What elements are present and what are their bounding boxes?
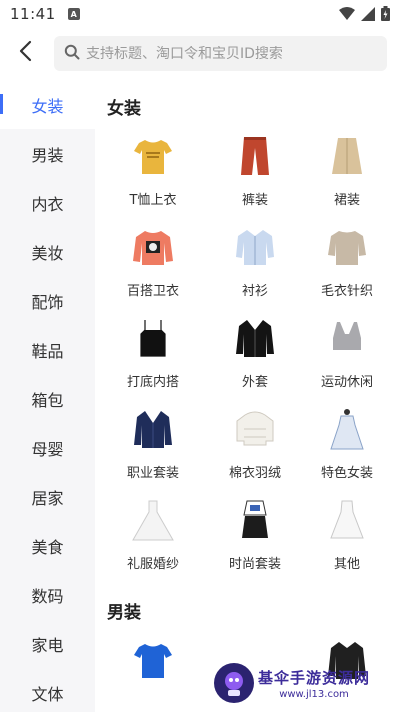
category-item[interactable]: 时尚套装	[211, 493, 299, 584]
sidebar-item-label: 家电	[31, 635, 64, 655]
sidebar-item-label: 居家	[31, 488, 64, 508]
category-item-label: 时尚套装	[228, 557, 281, 572]
sidebar-item-label: 配饰	[31, 292, 64, 312]
category-item[interactable]: 毛衣针织	[299, 220, 395, 311]
section-title: 男装	[107, 603, 141, 623]
status-time: 11:41	[10, 5, 56, 23]
category-item[interactable]: 外套	[211, 311, 299, 402]
status-bar: 11:41 A	[0, 0, 400, 28]
watermark-name: 基伞手游资源网	[258, 668, 371, 687]
search-bar[interactable]	[54, 36, 387, 71]
category-item-label: 百搭卫衣	[126, 284, 179, 299]
sidebar-item-6[interactable]: 箱包	[0, 374, 95, 423]
sidebar-item-1[interactable]: 男装	[0, 129, 95, 178]
sidebar-item-label: 女装	[31, 96, 64, 116]
category-item-label: 特色女装	[320, 466, 373, 481]
sidebar-item-label: 数码	[31, 586, 64, 606]
category-sidebar: 女装男装内衣美妆配饰鞋品箱包母婴居家美食数码家电文体	[0, 80, 95, 712]
sidebar-item-10[interactable]: 数码	[0, 570, 95, 619]
jacket-icon	[230, 313, 280, 363]
category-item[interactable]: 裙装	[299, 129, 395, 220]
category-item-label: 礼服婚纱	[126, 557, 179, 572]
category-grid: T恤上衣 裤装 裙装百搭卫衣 衬衫 毛衣针织打底内搭 外套 运动休闲职业套装 棉衣羽绒 特色女装…	[95, 129, 400, 584]
sidebar-item-label: 母婴	[31, 439, 64, 459]
search-icon	[64, 44, 80, 64]
battery-icon	[381, 6, 390, 25]
watermark-logo-icon	[214, 663, 254, 703]
app-notification-icon: A	[67, 8, 80, 20]
wifi-icon	[339, 6, 355, 25]
category-item[interactable]: 职业套装	[95, 402, 211, 493]
sidebar-item-12[interactable]: 文体	[0, 668, 95, 712]
sidebar-item-label: 内衣	[31, 194, 64, 214]
category-content: 女装 T恤上衣 裤装 裙装百搭卫衣 衬衫 毛衣针织打底内搭 外套 运动休闲职业套装 棉衣羽绒 特色…	[95, 80, 400, 712]
hanfu-dress-icon	[322, 404, 372, 454]
skirt-icon	[322, 131, 372, 181]
sidebar-item-label: 美食	[31, 537, 64, 557]
category-item-label: 棉衣羽绒	[228, 466, 281, 481]
category-item[interactable]: 礼服婚纱	[95, 493, 211, 584]
back-button[interactable]	[10, 36, 40, 70]
category-item[interactable]: 其他	[299, 493, 395, 584]
shirt-icon	[230, 222, 280, 272]
sidebar-item-label: 美妆	[31, 243, 64, 263]
sweatshirt-icon	[128, 222, 178, 272]
sidebar-item-4[interactable]: 配饰	[0, 276, 95, 325]
category-item[interactable]: 运动休闲	[299, 311, 395, 402]
category-item-label: 运动休闲	[320, 375, 373, 390]
sidebar-item-3[interactable]: 美妆	[0, 227, 95, 276]
category-item-label: T恤上衣	[129, 193, 177, 208]
category-item[interactable]	[95, 633, 211, 712]
search-header	[0, 28, 400, 80]
sidebar-item-label: 箱包	[31, 390, 64, 410]
sidebar-item-7[interactable]: 母婴	[0, 423, 95, 472]
sidebar-item-5[interactable]: 鞋品	[0, 325, 95, 374]
sidebar-item-label: 文体	[31, 684, 64, 704]
category-item[interactable]: 裤装	[211, 129, 299, 220]
sidebar-item-0[interactable]: 女装	[0, 80, 95, 129]
category-item[interactable]: 棉衣羽绒	[211, 402, 299, 493]
category-item[interactable]: T恤上衣	[95, 129, 211, 220]
category-item-label: 裤装	[241, 193, 268, 208]
category-item-label: 外套	[241, 375, 268, 390]
tshirt-icon	[128, 131, 178, 181]
sidebar-item-label: 男装	[31, 145, 64, 165]
wedding-dress-icon	[128, 495, 178, 545]
category-item-label: 其他	[333, 557, 360, 572]
chevron-left-icon	[18, 40, 32, 66]
category-item-label: 职业套装	[126, 466, 179, 481]
blazer-icon	[128, 404, 178, 454]
search-input[interactable]	[86, 45, 376, 62]
watermark-url: www.jl13.com	[279, 688, 349, 700]
camisole-icon	[128, 313, 178, 363]
category-item[interactable]: 百搭卫衣	[95, 220, 211, 311]
section-title: 女装	[107, 99, 141, 119]
category-item-label: 裙装	[333, 193, 360, 208]
pants-icon	[230, 131, 280, 181]
outfit-set-icon	[230, 495, 280, 545]
sidebar-item-2[interactable]: 内衣	[0, 178, 95, 227]
category-item[interactable]: 衬衫	[211, 220, 299, 311]
mens-tshirt-icon	[128, 635, 178, 685]
sports-bra-icon	[322, 313, 372, 363]
category-item-label: 毛衣针织	[320, 284, 373, 299]
sidebar-item-8[interactable]: 居家	[0, 472, 95, 521]
sweater-icon	[322, 222, 372, 272]
white-dress-icon	[322, 495, 372, 545]
category-item-label: 打底内搭	[126, 375, 179, 390]
down-jacket-icon	[230, 404, 280, 454]
category-item[interactable]: 打底内搭	[95, 311, 211, 402]
sidebar-item-11[interactable]: 家电	[0, 619, 95, 668]
category-item[interactable]: 特色女装	[299, 402, 395, 493]
status-icons	[339, 6, 390, 25]
category-item-label: 衬衫	[241, 284, 268, 299]
signal-icon	[361, 6, 375, 25]
sidebar-item-9[interactable]: 美食	[0, 521, 95, 570]
sidebar-item-label: 鞋品	[31, 341, 64, 361]
site-watermark: 基伞手游资源网 www.jl13.com	[214, 657, 394, 709]
